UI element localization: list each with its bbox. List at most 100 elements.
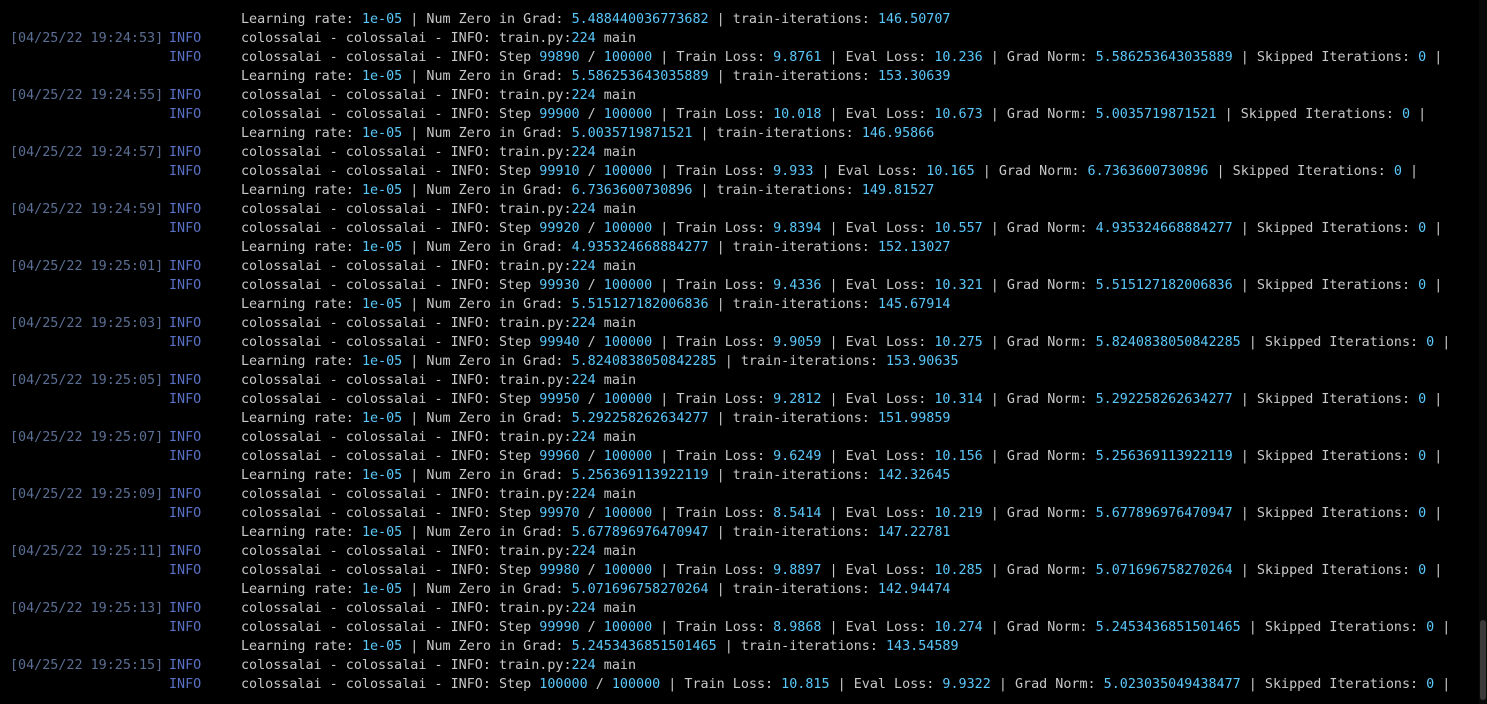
log-value: 1e-05	[361, 525, 403, 540]
log-text: | Skipped Iterations:	[1208, 164, 1394, 179]
log-text: | Skipped Iterations:	[1240, 335, 1427, 350]
log-text: | Grad Norm:	[990, 677, 1104, 692]
log-text: colossalai - colossalai - INFO: train.py…	[241, 373, 572, 388]
log-value: 0	[1418, 563, 1427, 578]
log-timestamp: [04/25/22 19:25:07]	[10, 430, 164, 445]
log-value: 224	[571, 601, 596, 616]
log-value: 99920	[539, 221, 580, 236]
log-message: Learning rate: 1e-05 | Num Zero in Grad:…	[241, 637, 959, 656]
log-value: 99930	[539, 278, 580, 293]
log-text: | Grad Norm:	[974, 164, 1088, 179]
log-value: 100000	[603, 620, 653, 635]
log-text: colossalai - colossalai - INFO: train.py…	[241, 487, 572, 502]
log-text: | train-iterations:	[708, 297, 878, 312]
log-text: | Num Zero in Grad:	[402, 582, 572, 597]
log-value: 1e-05	[361, 639, 403, 654]
log-value: 5.256369113922119	[1095, 449, 1233, 464]
log-value: 5.8240838050842285	[571, 354, 717, 369]
log-value: 151.99859	[877, 411, 951, 426]
log-text: Learning rate:	[241, 354, 362, 369]
log-message: colossalai - colossalai - INFO: Step 999…	[241, 105, 1426, 124]
log-text: | Num Zero in Grad:	[402, 639, 572, 654]
log-value: 10.314	[934, 392, 983, 407]
log-text: colossalai - colossalai - INFO: Step	[241, 563, 540, 578]
log-text: | Skipped Iterations:	[1232, 506, 1419, 521]
log-value: 8.9868	[773, 620, 822, 635]
log-text: | train-iterations:	[716, 354, 886, 369]
log-text: | Train Loss:	[652, 221, 774, 236]
log-text: | train-iterations:	[692, 126, 862, 141]
log-message: colossalai - colossalai - INFO: Step 999…	[241, 447, 1442, 466]
log-value: 5.488440036773682	[571, 12, 709, 27]
log-value: 10.815	[781, 677, 830, 692]
log-value: 1e-05	[361, 354, 403, 369]
log-text: /	[579, 164, 604, 179]
terminal-window[interactable]: Learning rate: 1e-05 | Num Zero in Grad:…	[0, 0, 1487, 704]
log-value: 9.9322	[942, 677, 991, 692]
log-message: Learning rate: 1e-05 | Num Zero in Grad:…	[241, 352, 959, 371]
log-text: main	[595, 601, 637, 616]
log-text: Learning rate:	[241, 411, 362, 426]
log-text: /	[579, 107, 604, 122]
log-value: 1e-05	[361, 582, 403, 597]
log-value: 99970	[539, 506, 580, 521]
log-text: colossalai - colossalai - INFO: train.py…	[241, 601, 572, 616]
log-text: | train-iterations:	[708, 12, 878, 27]
log-value: 153.30639	[877, 69, 951, 84]
log-text: | Num Zero in Grad:	[402, 525, 572, 540]
log-text: colossalai - colossalai - INFO: train.py…	[241, 316, 572, 331]
log-value: 153.90635	[886, 354, 959, 369]
log-timestamp: [04/25/22 19:24:53]	[10, 31, 164, 46]
log-value: 100000	[611, 677, 661, 692]
log-value: 1e-05	[361, 126, 403, 141]
log-level: INFO	[169, 392, 202, 407]
log-value: 5.515127182006836	[571, 297, 709, 312]
log-value: 224	[571, 487, 596, 502]
log-value: 5.2453436851501465	[571, 639, 717, 654]
log-value: 5.071696758270264	[571, 582, 709, 597]
log-value: 224	[571, 430, 596, 445]
log-text: | Skipped Iterations:	[1216, 107, 1402, 122]
log-value: 0	[1418, 50, 1427, 65]
log-value: 5.2453436851501465	[1095, 620, 1241, 635]
log-text: colossalai - colossalai - INFO: train.py…	[241, 259, 572, 274]
log-text: | Grad Norm:	[982, 449, 1096, 464]
log-text: | Grad Norm:	[982, 563, 1096, 578]
log-value: 10.236	[934, 50, 983, 65]
log-text: | Num Zero in Grad:	[402, 69, 572, 84]
log-value: 99910	[539, 164, 580, 179]
scrollbar[interactable]	[1479, 0, 1487, 704]
log-text: | Num Zero in Grad:	[402, 183, 572, 198]
log-message: colossalai - colossalai - INFO: train.py…	[241, 656, 636, 675]
log-text: colossalai - colossalai - INFO: Step	[241, 278, 540, 293]
log-value: 147.22781	[877, 525, 951, 540]
log-message: Learning rate: 1e-05 | Num Zero in Grad:…	[241, 409, 951, 428]
log-text: |	[1401, 164, 1419, 179]
scrollbar-thumb[interactable]	[1480, 620, 1486, 700]
log-message: Learning rate: 1e-05 | Num Zero in Grad:…	[241, 124, 934, 143]
log-text: main	[595, 316, 637, 331]
log-level: INFO	[169, 50, 202, 65]
log-text: | Train Loss:	[652, 278, 774, 293]
log-value: 6.7363600730896	[571, 183, 693, 198]
log-level: INFO	[169, 487, 202, 502]
log-value: 1e-05	[361, 69, 403, 84]
log-level: INFO	[169, 164, 202, 179]
log-value: 8.5414	[773, 506, 822, 521]
log-value: 99890	[539, 50, 580, 65]
log-timestamp: [04/25/22 19:25:01]	[10, 259, 164, 274]
log-text: | Grad Norm:	[982, 278, 1096, 293]
log-text: /	[579, 278, 604, 293]
log-text: /	[579, 50, 604, 65]
log-text: | train-iterations:	[708, 468, 878, 483]
log-text: | Eval Loss:	[829, 677, 943, 692]
log-message: colossalai - colossalai - INFO: Step 999…	[241, 219, 1442, 238]
log-value: 10.156	[934, 449, 983, 464]
log-value: 5.256369113922119	[571, 468, 709, 483]
log-text: |	[1434, 620, 1451, 635]
log-message: colossalai - colossalai - INFO: train.py…	[241, 86, 636, 105]
log-value: 224	[571, 658, 596, 673]
log-text: colossalai - colossalai - INFO: Step	[241, 677, 540, 692]
log-text: Learning rate:	[241, 582, 362, 597]
log-level: INFO	[169, 202, 202, 217]
